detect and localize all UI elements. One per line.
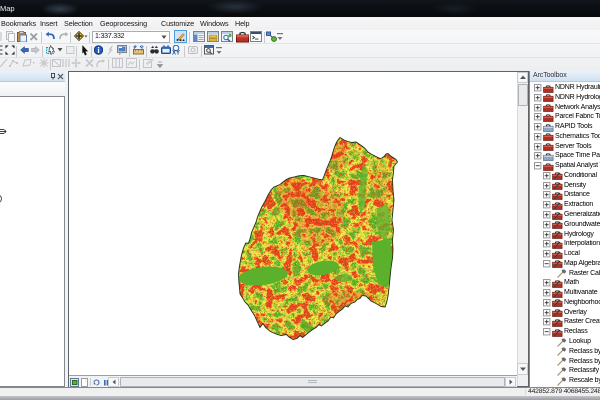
svg-text:XY: XY	[172, 51, 180, 56]
